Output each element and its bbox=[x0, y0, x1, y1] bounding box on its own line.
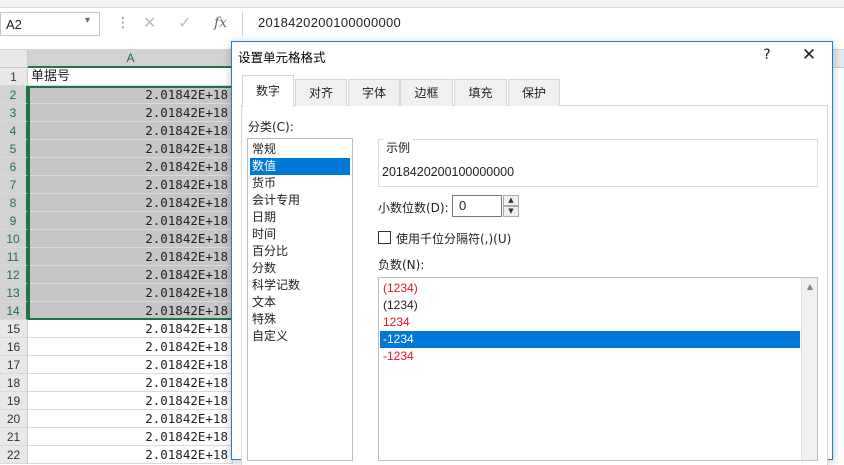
cell-a[interactable]: 2.01842E+18 bbox=[28, 158, 233, 176]
formula-divider bbox=[242, 12, 243, 36]
ribbon-strip bbox=[0, 0, 844, 8]
row-header[interactable]: 22 bbox=[0, 446, 28, 464]
row-header[interactable]: 15 bbox=[0, 320, 28, 338]
cell-a[interactable]: 2.01842E+18 bbox=[28, 392, 233, 410]
cell-a[interactable]: 2.01842E+18 bbox=[28, 320, 233, 338]
sample-value: 2018420200100000000 bbox=[382, 165, 515, 179]
cell-a[interactable]: 2.01842E+18 bbox=[28, 140, 233, 158]
category-item[interactable]: 日期 bbox=[250, 209, 350, 226]
row-header[interactable]: 10 bbox=[0, 230, 28, 248]
cancel-icon[interactable]: ✕ bbox=[143, 13, 156, 32]
spin-up-icon[interactable]: ▲ bbox=[503, 195, 519, 206]
category-list[interactable]: 常规 数值 货币 会计专用 日期 时间 百分比 分数 科学记数 文本 特殊 自定义 bbox=[247, 138, 353, 461]
row-header[interactable]: 2 bbox=[0, 86, 28, 104]
thousands-separator-checkbox[interactable] bbox=[378, 231, 391, 244]
sample-group bbox=[378, 139, 818, 187]
dialog-titlebar[interactable]: 设置单元格格式 ? ✕ bbox=[232, 42, 832, 68]
category-item[interactable]: 自定义 bbox=[250, 328, 350, 345]
row-header[interactable]: 8 bbox=[0, 194, 28, 212]
category-item[interactable]: 分数 bbox=[250, 260, 350, 277]
category-item[interactable]: 科学记数 bbox=[250, 277, 350, 294]
category-item[interactable]: 常规 bbox=[250, 141, 350, 158]
cell-a[interactable]: 2.01842E+18 bbox=[28, 410, 233, 428]
category-item[interactable]: 数值 bbox=[250, 158, 350, 175]
sample-label: 示例 bbox=[384, 139, 413, 156]
category-label: 分类(C): bbox=[248, 120, 294, 134]
thousands-separator-label[interactable]: 使用千位分隔符(,)(U) bbox=[396, 230, 511, 247]
more-options-icon[interactable]: ⋮ bbox=[116, 15, 130, 31]
name-box-value: A2 bbox=[6, 17, 22, 32]
scroll-up-icon[interactable]: ▲ bbox=[802, 280, 818, 294]
cell-a[interactable]: 2.01842E+18 bbox=[28, 446, 233, 464]
chevron-down-icon[interactable]: ▾ bbox=[85, 15, 90, 26]
negative-option[interactable]: -1234 bbox=[380, 348, 800, 365]
row-header[interactable]: 20 bbox=[0, 410, 28, 428]
row-header[interactable]: 4 bbox=[0, 122, 28, 140]
decimal-places-input[interactable]: 0 bbox=[452, 195, 502, 217]
row-header[interactable]: 18 bbox=[0, 374, 28, 392]
help-button[interactable]: ? bbox=[756, 44, 778, 66]
cell-a[interactable]: 2.01842E+18 bbox=[28, 230, 233, 248]
category-item[interactable]: 时间 bbox=[250, 226, 350, 243]
tab-font[interactable]: 字体 bbox=[348, 79, 400, 106]
negative-numbers-label: 负数(N): bbox=[378, 258, 425, 272]
cell-a[interactable]: 单据号 bbox=[28, 68, 233, 86]
row-header[interactable]: 1 bbox=[0, 68, 28, 86]
row-header[interactable]: 5 bbox=[0, 140, 28, 158]
negative-option[interactable]: 1234 bbox=[380, 314, 800, 331]
negative-option[interactable]: -1234 bbox=[380, 331, 800, 348]
category-item[interactable]: 文本 bbox=[250, 294, 350, 311]
negative-numbers-list[interactable]: ▲ (1234) (1234) 1234 -1234 -1234 bbox=[378, 277, 818, 461]
format-cells-dialog: 设置单元格格式 ? ✕ 数字 对齐 字体 边框 填充 保护 分类(C): 常规 数值 货币 会计… bbox=[231, 41, 833, 465]
negative-option[interactable]: (1234) bbox=[380, 280, 800, 297]
tab-border[interactable]: 边框 bbox=[400, 79, 453, 106]
row-header[interactable]: 19 bbox=[0, 392, 28, 410]
cell-a[interactable]: 2.01842E+18 bbox=[28, 284, 233, 302]
dialog-title: 设置单元格格式 bbox=[238, 50, 326, 65]
tab-number[interactable]: 数字 bbox=[242, 75, 294, 107]
select-all-corner[interactable] bbox=[0, 50, 28, 68]
cell-a[interactable]: 2.01842E+18 bbox=[28, 302, 233, 320]
row-header[interactable]: 3 bbox=[0, 104, 28, 122]
row-header[interactable]: 9 bbox=[0, 212, 28, 230]
row-header[interactable]: 11 bbox=[0, 248, 28, 266]
column-header-a[interactable]: A bbox=[28, 50, 233, 68]
tab-fill[interactable]: 填充 bbox=[454, 79, 507, 106]
cell-a[interactable]: 2.01842E+18 bbox=[28, 212, 233, 230]
cell-a[interactable]: 2.01842E+18 bbox=[28, 176, 233, 194]
row-header[interactable]: 17 bbox=[0, 356, 28, 374]
category-item[interactable]: 会计专用 bbox=[250, 192, 350, 209]
row-header[interactable]: 6 bbox=[0, 158, 28, 176]
row-header[interactable]: 7 bbox=[0, 176, 28, 194]
name-box[interactable]: A2 ▾ bbox=[0, 12, 100, 36]
category-item[interactable]: 百分比 bbox=[250, 243, 350, 260]
insert-function-icon[interactable]: fx bbox=[214, 15, 227, 31]
cell-a[interactable]: 2.01842E+18 bbox=[28, 428, 233, 446]
cell-a[interactable]: 2.01842E+18 bbox=[28, 104, 233, 122]
cell-a[interactable]: 2.01842E+18 bbox=[28, 356, 233, 374]
cell-a[interactable]: 2.01842E+18 bbox=[28, 374, 233, 392]
negative-option[interactable]: (1234) bbox=[380, 297, 800, 314]
row-header[interactable]: 21 bbox=[0, 428, 28, 446]
cell-a[interactable]: 2.01842E+18 bbox=[28, 338, 233, 356]
formula-input[interactable]: 2018420200100000000 bbox=[258, 15, 401, 30]
row-header[interactable]: 12 bbox=[0, 266, 28, 284]
cell-a[interactable]: 2.01842E+18 bbox=[28, 194, 233, 212]
tab-alignment[interactable]: 对齐 bbox=[295, 79, 347, 106]
enter-icon[interactable]: ✓ bbox=[178, 13, 191, 32]
cell-a[interactable]: 2.01842E+18 bbox=[28, 122, 233, 140]
row-header[interactable]: 14 bbox=[0, 302, 28, 320]
cell-a[interactable]: 2.01842E+18 bbox=[28, 266, 233, 284]
category-item[interactable]: 特殊 bbox=[250, 311, 350, 328]
row-header[interactable]: 16 bbox=[0, 338, 28, 356]
cell-a[interactable]: 2.01842E+18 bbox=[28, 86, 233, 104]
category-item[interactable]: 货币 bbox=[250, 175, 350, 192]
decimal-places-label: 小数位数(D): bbox=[378, 201, 449, 215]
row-header[interactable]: 13 bbox=[0, 284, 28, 302]
scrollbar[interactable]: ▲ bbox=[801, 278, 817, 460]
tab-protection[interactable]: 保护 bbox=[508, 79, 560, 106]
cell-a[interactable]: 2.01842E+18 bbox=[28, 248, 233, 266]
spin-down-icon[interactable]: ▼ bbox=[503, 206, 519, 217]
close-button[interactable]: ✕ bbox=[798, 44, 820, 66]
